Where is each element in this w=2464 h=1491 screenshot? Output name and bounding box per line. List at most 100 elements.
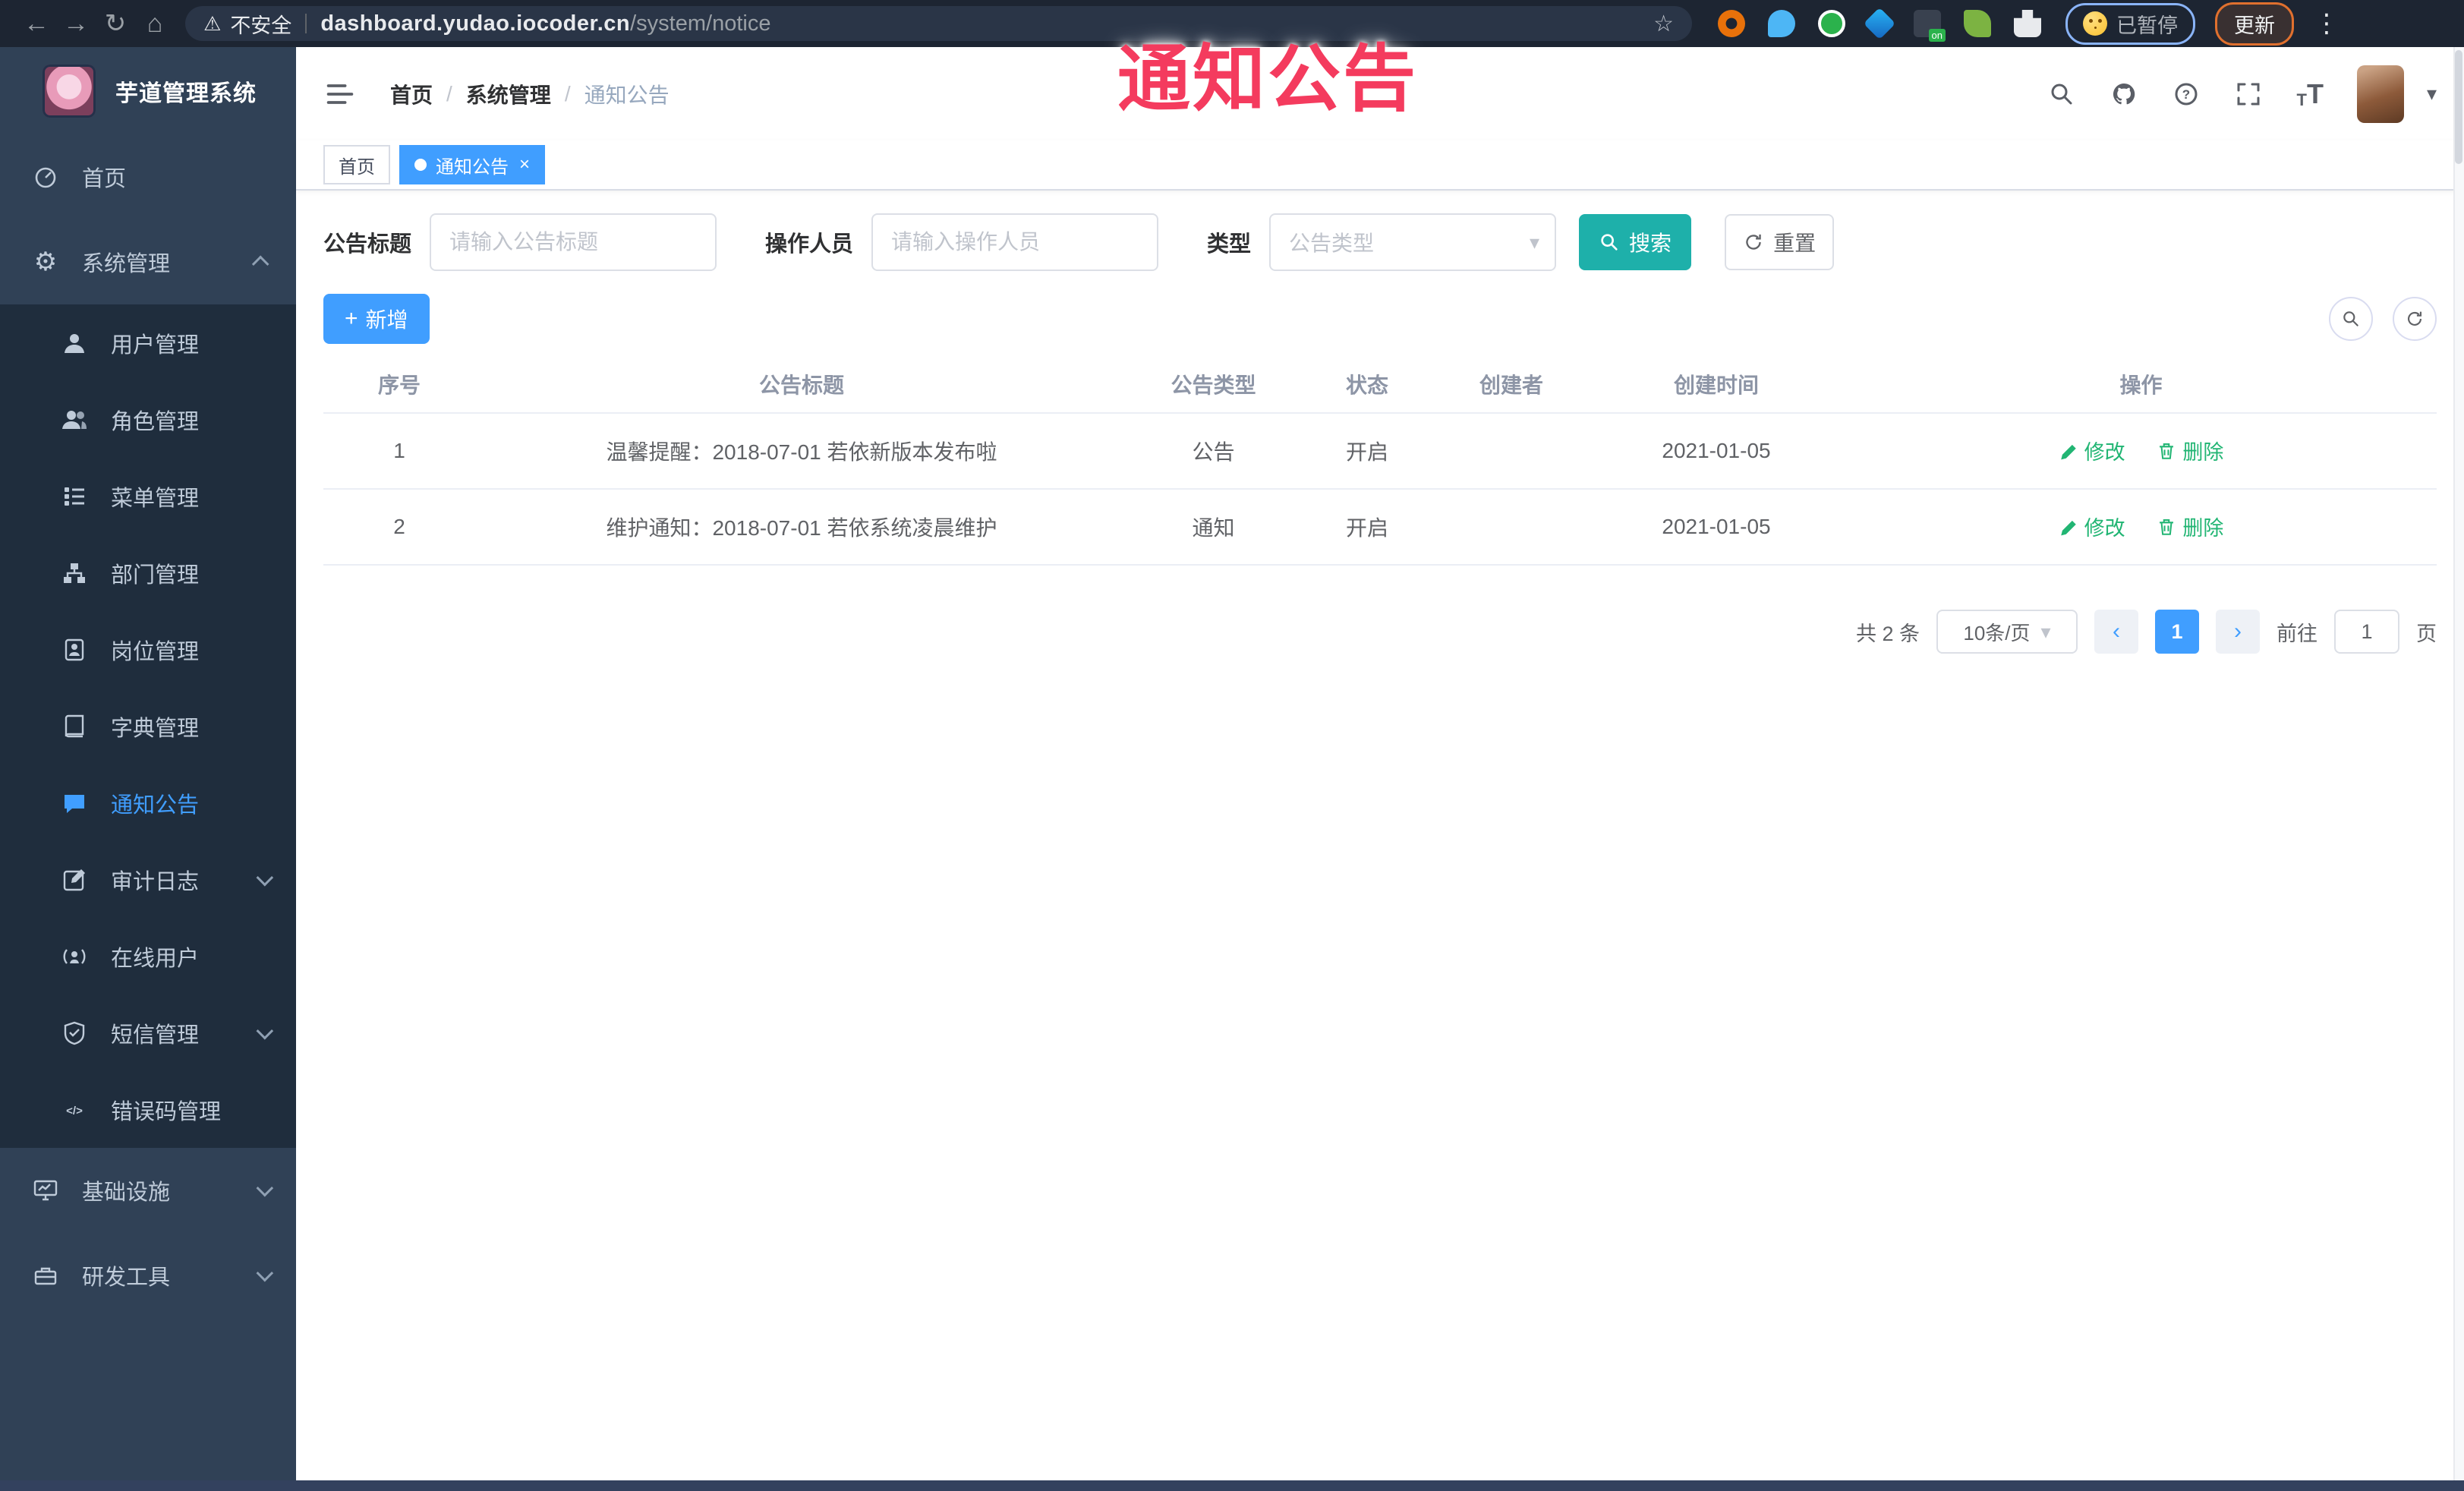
org-tree-icon [61, 560, 88, 587]
sidebar-item-users[interactable]: 用户管理 [0, 304, 296, 381]
font-size-icon[interactable]: TT [2296, 78, 2323, 110]
delete-link[interactable]: 删除 [2157, 512, 2223, 541]
sidebar-item-home[interactable]: 首页 [0, 134, 296, 219]
online-user-icon [61, 943, 88, 970]
col-header-created: 创建时间 [1587, 356, 1845, 414]
sidebar-item-label: 菜单管理 [111, 486, 200, 511]
cell-no: 1 [323, 413, 475, 490]
scrollbar[interactable] [2453, 47, 2464, 1491]
browser-home-icon[interactable]: ⌂ [135, 9, 175, 39]
sidebar-item-menus[interactable]: 菜单管理 [0, 458, 296, 534]
breadcrumb-home[interactable]: 首页 [390, 79, 433, 109]
add-button[interactable]: + 新增 [323, 294, 430, 344]
extension-drop-icon[interactable] [1768, 10, 1795, 37]
filter-row: 公告标题 操作人员 类型 公告类型 ▾ 搜索 [323, 213, 2437, 271]
help-icon[interactable]: ? [2172, 80, 2201, 109]
chevron-down-icon: ▾ [1529, 230, 1540, 254]
tab-home[interactable]: 首页 [323, 145, 390, 184]
notice-table: 序号 公告标题 公告类型 状态 创建者 创建时间 操作 1 温馨提醒：2018- [323, 356, 2437, 566]
search-button[interactable]: 搜索 [1579, 214, 1692, 270]
extensions-puzzle-icon[interactable] [2014, 10, 2041, 37]
profile-paused-chip[interactable]: 已暂停 [2065, 2, 2195, 45]
sidebar-item-posts[interactable]: 岗位管理 [0, 611, 296, 688]
cell-status: 开启 [1299, 413, 1435, 490]
message-icon [61, 790, 88, 817]
sidebar-item-sms[interactable]: 短信管理 [0, 995, 296, 1071]
search-button-label: 搜索 [1629, 232, 1672, 255]
table-tools [2329, 297, 2437, 341]
sidebar-item-dev-tools[interactable]: 研发工具 [0, 1233, 296, 1318]
cell-no: 2 [323, 489, 475, 566]
prev-page-button[interactable]: ‹ [2094, 610, 2138, 654]
sidebar-item-system[interactable]: ⚙ 系统管理 [0, 219, 296, 304]
sidebar-item-depts[interactable]: 部门管理 [0, 534, 296, 611]
address-bar[interactable]: ⚠ 不安全 dashboard.yudao.iocoder.cn /system… [185, 6, 1692, 41]
sidebar-item-infrastructure[interactable]: 基础设施 [0, 1148, 296, 1233]
col-header-status: 状态 [1299, 356, 1435, 414]
notice-title-input[interactable] [430, 213, 717, 271]
svg-text:</>: </> [66, 1105, 83, 1117]
browser-forward-icon[interactable]: → [56, 9, 96, 39]
url-host: dashboard.yudao.iocoder.cn [320, 11, 631, 36]
tab-notice[interactable]: 通知公告 × [399, 145, 546, 184]
sidebar-item-roles[interactable]: 角色管理 [0, 381, 296, 458]
sidebar-item-label: 通知公告 [111, 793, 200, 818]
notice-type-select[interactable]: 公告类型 ▾ [1269, 213, 1557, 271]
sidebar-item-online-users[interactable]: 在线用户 [0, 918, 296, 995]
filter-type-label: 类型 [1207, 232, 1252, 257]
fullscreen-icon[interactable] [2234, 80, 2263, 109]
edit-link[interactable]: 修改 [2059, 512, 2125, 541]
operator-input[interactable] [871, 213, 1159, 271]
extension-gem-icon[interactable] [1863, 7, 1896, 40]
current-page-button[interactable]: 1 [2155, 610, 2199, 654]
cell-title: 温馨提醒：2018-07-01 若依新版本发布啦 [475, 413, 1128, 490]
screen: ← → ↻ ⌂ ⚠ 不安全 dashboard.yudao.iocoder.cn… [0, 0, 2464, 1491]
sidebar-item-label: 部门管理 [111, 563, 200, 588]
browser-menu-icon[interactable]: ⋮ [2314, 8, 2340, 39]
browser-update-button[interactable]: 更新 [2215, 2, 2294, 46]
caret-down-icon[interactable]: ▾ [2427, 82, 2437, 106]
col-header-type: 公告类型 [1128, 356, 1299, 414]
cell-actions: 修改 删除 [1845, 489, 2437, 566]
sidebar-item-notice[interactable]: 通知公告 [0, 764, 296, 841]
navbar-actions: ? TT ▾ [2047, 65, 2437, 123]
goto-page-input[interactable] [2334, 610, 2399, 654]
browser-back-icon[interactable]: ← [17, 9, 56, 39]
extension-orange-icon[interactable] [1718, 10, 1745, 37]
dashboard-icon [32, 163, 59, 191]
bookmark-star-icon[interactable]: ☆ [1653, 11, 1674, 37]
github-icon[interactable] [2110, 80, 2138, 109]
sidebar-item-audit-log[interactable]: 审计日志 [0, 841, 296, 918]
url-separator [305, 14, 307, 33]
col-header-title: 公告标题 [475, 356, 1128, 414]
toggle-search-button[interactable] [2329, 297, 2373, 341]
breadcrumb-system[interactable]: 系统管理 [466, 79, 551, 109]
page-size-value: 10条/页 [1963, 621, 2031, 645]
refresh-table-button[interactable] [2393, 297, 2437, 341]
delete-link[interactable]: 删除 [2157, 436, 2223, 465]
add-button-label: 新增 [365, 308, 408, 332]
browser-refresh-icon[interactable]: ↻ [96, 8, 135, 39]
chevron-down-icon: ▾ [2040, 619, 2051, 643]
close-icon[interactable]: × [519, 154, 530, 175]
select-placeholder: 公告类型 [1289, 232, 1375, 255]
extension-on-badge-icon[interactable] [1914, 10, 1946, 42]
sidebar-item-error-code[interactable]: </> 错误码管理 [0, 1071, 296, 1148]
hamburger-icon[interactable] [323, 77, 357, 111]
app-logo [43, 64, 96, 118]
extension-leaf-icon[interactable] [1964, 10, 1991, 37]
extension-green-icon[interactable] [1818, 10, 1845, 37]
col-header-creator: 创建者 [1435, 356, 1587, 414]
scrollbar-thumb[interactable] [2455, 50, 2462, 164]
sidebar-item-dict[interactable]: 字典管理 [0, 688, 296, 764]
next-page-button[interactable]: › [2216, 610, 2260, 654]
active-tab-dot [414, 159, 427, 171]
search-icon[interactable] [2047, 80, 2076, 109]
edit-link[interactable]: 修改 [2059, 436, 2125, 465]
page-size-select[interactable]: 10条/页 ▾ [1936, 610, 2078, 654]
reset-button[interactable]: 重置 [1725, 214, 1835, 270]
cell-creator [1435, 413, 1587, 490]
pagination: 共 2 条 10条/页 ▾ ‹ 1 › 前往 页 [323, 610, 2437, 654]
avatar[interactable] [2356, 65, 2404, 123]
gear-icon: ⚙ [33, 247, 58, 276]
